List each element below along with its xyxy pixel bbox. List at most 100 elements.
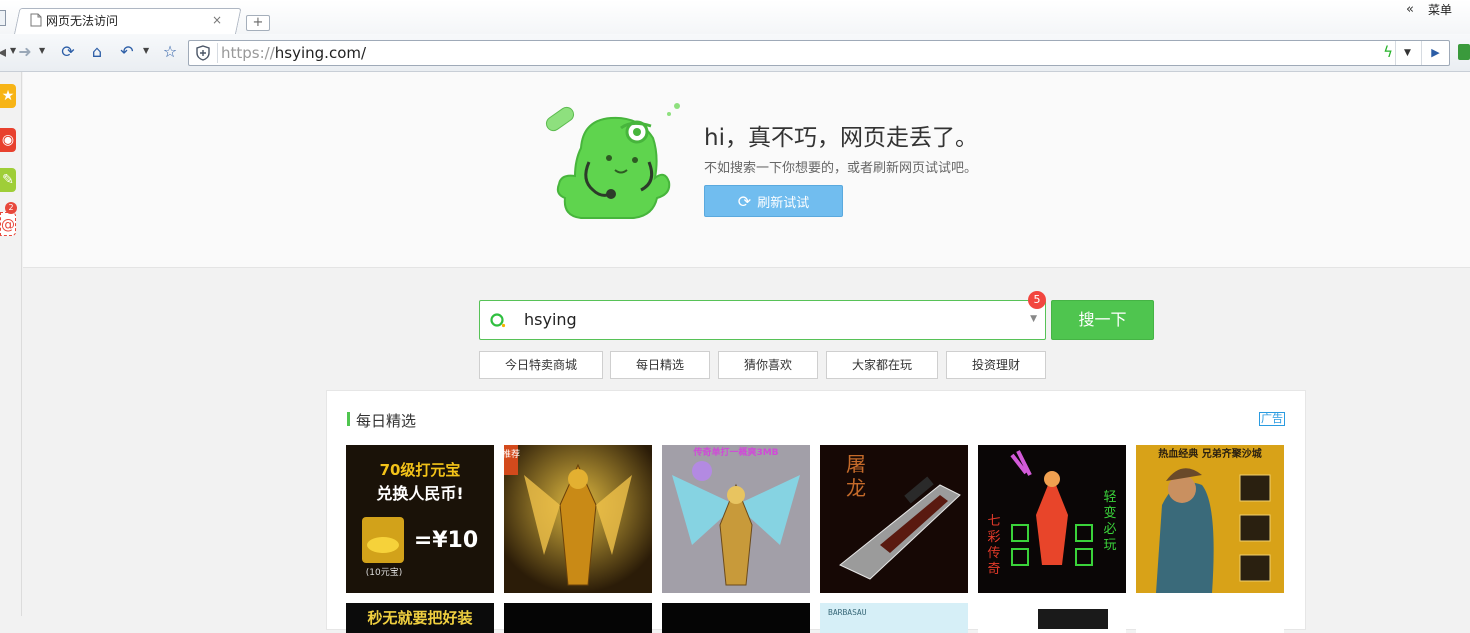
tab-close-icon[interactable]: ×	[212, 13, 222, 27]
sidebar-notes-icon[interactable]: ✎	[0, 168, 16, 192]
tile-1-line-3: =¥10	[414, 528, 478, 553]
tile-9-bg	[662, 603, 810, 633]
go-arrow-icon[interactable]: ▶	[1421, 41, 1449, 65]
ad-tile-12[interactable]	[1136, 603, 1284, 633]
tile-4-char-1: 屠	[846, 452, 866, 476]
page-icon	[30, 13, 42, 27]
search-query[interactable]: hsying	[524, 310, 577, 329]
daily-picks-title: 每日精选	[356, 412, 417, 430]
ad-tile-8[interactable]	[504, 603, 652, 633]
lost-mascot-icon	[545, 103, 680, 219]
sidebar-mail-badge: 2	[5, 202, 17, 214]
ad-tile-7-art: 秒无就要把好装	[346, 603, 494, 633]
speed-mode-icon[interactable]: ϟ	[1383, 43, 1393, 61]
search-count-badge: 5	[1028, 291, 1046, 309]
search-input[interactable]: hsying ▼	[479, 300, 1046, 340]
tile-4-bg	[820, 445, 968, 593]
quick-link-finance[interactable]: 投资理财	[946, 351, 1046, 379]
address-dropdown-icon[interactable]: ▼	[1395, 41, 1419, 65]
error-subtitle: 不如搜索一下你想要的，或者刷新网页试试吧。	[704, 161, 978, 176]
tile-5-char-3: 传	[987, 546, 1000, 561]
collapse-chevron-icon[interactable]: «	[1406, 2, 1414, 17]
address-separator	[217, 43, 218, 63]
tile-1-line-4: (10元宝)	[366, 566, 402, 578]
tile-8-bg	[504, 603, 652, 633]
ad-tile-2[interactable]: 推荐	[504, 445, 652, 593]
extension-icon[interactable]	[1458, 44, 1470, 60]
url-host: hsying.com/	[274, 44, 367, 62]
tile-5-char-8: 玩	[1103, 538, 1116, 553]
sidebar: ★ ◉ ✎ @ 2	[0, 72, 22, 616]
undo-close-icon[interactable]: ↶	[117, 42, 137, 62]
quick-link-daily[interactable]: 每日精选	[610, 351, 710, 379]
sidebar-mail-icon[interactable]: @	[0, 212, 16, 236]
ad-tile-11[interactable]	[978, 603, 1126, 633]
tile-5-char-1: 七	[987, 514, 1000, 529]
ad-tile-7[interactable]: 秒无就要把好装	[346, 603, 494, 633]
menu-button[interactable]: 菜单	[1428, 1, 1452, 18]
refresh-retry-button[interactable]: ⟳ 刷新试试	[704, 185, 843, 217]
ad-tile-2-art: 推荐	[504, 445, 652, 593]
tile-12-bg	[1136, 603, 1284, 633]
new-tab-button[interactable]: +	[246, 15, 270, 31]
refresh-icon[interactable]: ⟳	[58, 42, 78, 62]
refresh-button-label: 刷新试试	[757, 195, 810, 211]
back-arrow-icon[interactable]: ◂	[0, 42, 8, 62]
ad-tile-9[interactable]	[662, 603, 810, 633]
ad-tile-1[interactable]: 70级打元宝 兑换人民币! =¥10 (10元宝)	[346, 445, 494, 593]
search-history-dropdown-icon[interactable]: ▼	[1030, 314, 1037, 324]
quick-link-games[interactable]: 大家都在玩	[826, 351, 938, 379]
ad-tile-10-art: BARBASAU	[820, 603, 968, 633]
ad-tile-11-art	[978, 603, 1126, 633]
ad-tile-9-art	[662, 603, 810, 633]
ad-tile-5[interactable]: 七 彩 传 奇 轻 变 必 玩	[978, 445, 1126, 593]
window-edge	[0, 10, 6, 26]
tile-4-char-2: 龙	[846, 476, 866, 500]
security-shield-icon[interactable]	[195, 45, 211, 61]
address-bar[interactable]: https://hsying.com/ ϟ ▼ ▶	[188, 40, 1450, 66]
refresh-icon: ⟳	[737, 191, 752, 211]
home-icon[interactable]: ⌂	[87, 42, 107, 62]
forward-dropdown-icon[interactable]: ▼	[39, 46, 45, 55]
ad-tile-3-art: 传奇单打一概爽3MB	[662, 445, 810, 593]
ad-tile-6-art: 热血经典 兄弟齐聚沙城	[1136, 445, 1284, 593]
search-button[interactable]: 搜一下	[1051, 300, 1154, 340]
favorite-star-icon[interactable]: ☆	[160, 42, 180, 62]
ad-tile-5-art: 七 彩 传 奇 轻 变 必 玩	[978, 445, 1126, 593]
tab-content: 网页无法访问	[30, 10, 118, 30]
tile-5-char-4: 奇	[987, 561, 1000, 577]
page-content: hi，真不巧，网页走丢了。 不如搜索一下你想要的，或者刷新网页试试吧。 ⟳ 刷新…	[23, 72, 1470, 633]
tile-5-char-6: 变	[1103, 505, 1116, 521]
so-search-logo-icon	[490, 313, 506, 328]
tile-7-caption-text: 秒无就要把好装	[367, 609, 473, 627]
tile-1-line-1: 70级打元宝	[380, 461, 461, 479]
error-panel: hi，真不巧，网页走丢了。 不如搜索一下你想要的，或者刷新网页试试吧。 ⟳ 刷新…	[23, 72, 1470, 268]
tile-3-caption: 传奇单打一概爽3MB	[692, 446, 778, 458]
quick-link-sale[interactable]: 今日特卖商城	[479, 351, 603, 379]
ad-tile-4[interactable]: 屠 龙	[820, 445, 968, 593]
section-marker	[347, 412, 350, 426]
sidebar-weibo-icon[interactable]: ◉	[0, 128, 16, 152]
ad-label: 广告	[1259, 412, 1285, 426]
nav-toolbar: ◂ ▼ ➜ ▼ ⟳ ⌂ ↶ ▼ ☆ https://hsying.com/ ϟ …	[0, 34, 1470, 72]
ad-tile-12-art	[1136, 603, 1284, 633]
tab-title: 网页无法访问	[46, 13, 119, 28]
ad-tile-10[interactable]: BARBASAU	[820, 603, 968, 633]
undo-dropdown-icon[interactable]: ▼	[143, 46, 149, 55]
ad-tile-3[interactable]: 传奇单打一概爽3MB	[662, 445, 810, 593]
ad-tile-4-art: 屠 龙	[820, 445, 968, 593]
tile-5-char-2: 彩	[987, 530, 1000, 545]
url-text[interactable]: https://hsying.com/	[221, 44, 366, 62]
tile-5-char-5: 轻	[1103, 490, 1116, 505]
ad-tile-6[interactable]: 热血经典 兄弟齐聚沙城	[1136, 445, 1284, 593]
tile-7-caption: 秒无就要把好装	[367, 609, 473, 627]
ad-tile-8-art	[504, 603, 652, 633]
forward-arrow-icon[interactable]: ➜	[16, 42, 34, 62]
quick-link-guess[interactable]: 猜你喜欢	[718, 351, 818, 379]
tile-6-caption: 热血经典 兄弟齐聚沙城	[1158, 447, 1261, 460]
error-title: hi，真不巧，网页走丢了。	[704, 125, 978, 151]
sidebar-favorites-icon[interactable]: ★	[0, 84, 16, 108]
tile-2-tag: 推荐	[504, 448, 520, 460]
tab-bar: 网页无法访问 × + « 菜单	[0, 0, 1470, 34]
tile-5-char-7: 必	[1103, 522, 1116, 537]
